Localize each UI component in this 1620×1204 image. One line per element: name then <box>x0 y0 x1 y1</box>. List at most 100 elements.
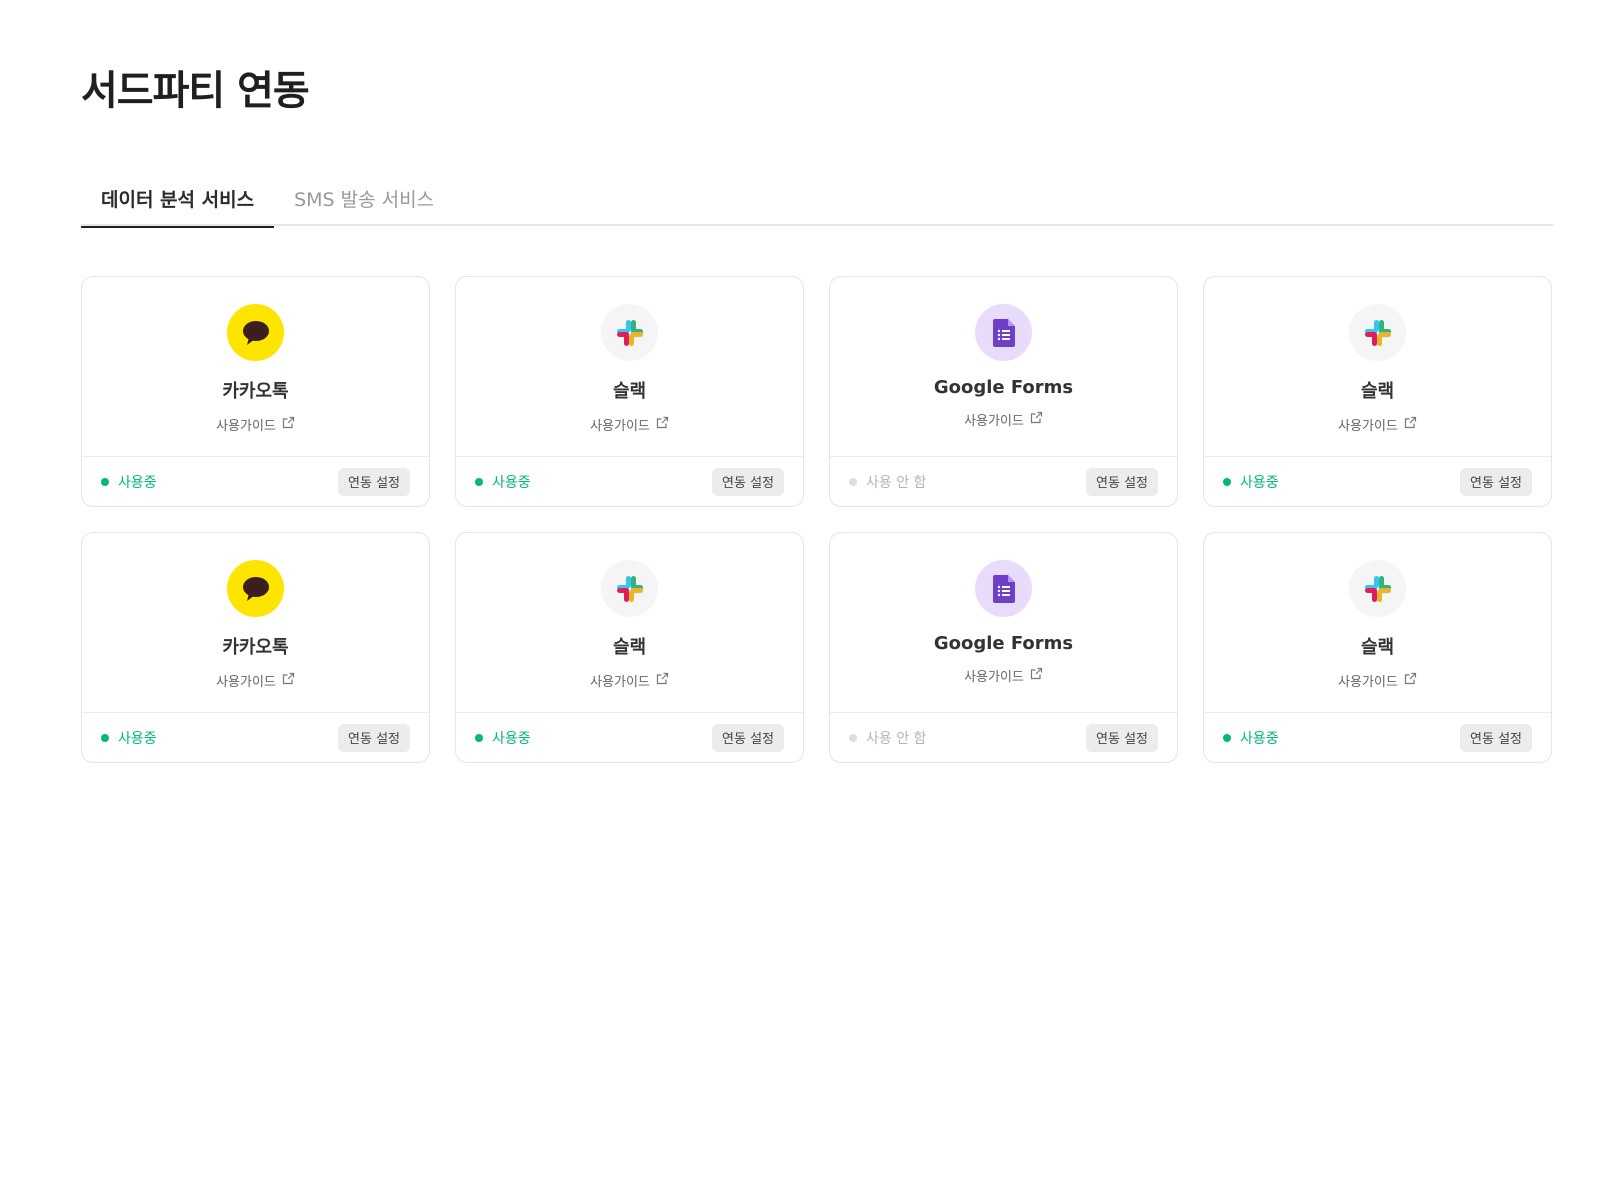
integration-card: Google Forms 사용가이드사용 안 함 연동 설정 <box>829 532 1178 763</box>
integration-settings-button[interactable]: 연동 설정 <box>1460 723 1532 752</box>
external-link-icon <box>1030 667 1043 684</box>
status-dot-icon <box>475 733 483 742</box>
usage-guide-link[interactable]: 사용가이드 <box>964 666 1043 685</box>
usage-guide-link[interactable]: 사용가이드 <box>590 671 669 690</box>
status-dot-icon <box>849 733 857 742</box>
status-indicator: 사용중 <box>101 728 157 748</box>
tab-bar: 데이터 분석 서비스 SMS 발송 서비스 <box>81 170 1553 228</box>
card-footer: 사용중 연동 설정 <box>456 713 803 762</box>
usage-guide-label: 사용가이드 <box>964 414 1024 429</box>
card-footer: 사용중 연동 설정 <box>1204 713 1551 762</box>
usage-guide-label: 사용가이드 <box>216 675 276 690</box>
integration-grid: 카카오톡 사용가이드 사용중 연동 설정 슬랙 사용가이드 사용중 연동 설정 Google F… <box>81 276 1553 763</box>
integration-card: 슬랙사용가이드사용중 연동 설정 <box>1203 532 1552 763</box>
usage-guide-label: 사용가이드 <box>216 419 276 434</box>
usage-guide-link[interactable]: 사용가이드 <box>216 415 295 434</box>
status-indicator: 사용중 <box>475 728 531 748</box>
status-label: 사용 안 함 <box>866 730 927 747</box>
service-name: 슬랙 <box>1360 381 1395 402</box>
usage-guide-link[interactable]: 사용가이드 <box>1338 671 1417 690</box>
status-label: 사용중 <box>118 474 157 491</box>
kakaotalk-icon <box>227 304 284 361</box>
external-link-icon <box>1404 672 1417 689</box>
card-footer: 사용중 연동 설정 <box>82 713 429 762</box>
status-label: 사용중 <box>118 730 157 747</box>
tab-data-analysis[interactable]: 데이터 분석 서비스 <box>81 170 275 228</box>
google-forms-icon <box>975 304 1032 361</box>
service-name: 슬랙 <box>612 637 647 658</box>
status-label: 사용중 <box>492 730 531 747</box>
integration-card: 슬랙사용가이드사용중 연동 설정 <box>1203 276 1552 507</box>
integration-settings-button[interactable]: 연동 설정 <box>1086 467 1158 496</box>
status-label: 사용 안 함 <box>866 474 927 491</box>
card-footer: 사용 안 함 연동 설정 <box>830 457 1177 506</box>
integration-card: Google Forms 사용가이드사용 안 함 연동 설정 <box>829 276 1178 507</box>
integration-settings-button[interactable]: 연동 설정 <box>1460 467 1532 496</box>
status-indicator: 사용 안 함 <box>849 728 926 748</box>
status-indicator: 사용 안 함 <box>849 472 926 492</box>
status-dot-icon <box>101 477 109 486</box>
status-dot-icon <box>1223 477 1231 486</box>
external-link-icon <box>282 672 295 689</box>
external-link-icon <box>1404 416 1417 433</box>
status-indicator: 사용중 <box>1223 472 1279 492</box>
integration-card: 카카오톡사용가이드사용중 연동 설정 <box>81 276 430 507</box>
card-body: Google Forms 사용가이드 <box>830 533 1177 713</box>
usage-guide-label: 사용가이드 <box>1338 675 1398 690</box>
usage-guide-link[interactable]: 사용가이드 <box>216 671 295 690</box>
status-indicator: 사용중 <box>1223 728 1279 748</box>
integration-settings-button[interactable]: 연동 설정 <box>338 723 410 752</box>
card-body: 슬랙사용가이드 <box>456 533 803 713</box>
external-link-icon <box>282 416 295 433</box>
service-name: Google Forms <box>933 633 1074 654</box>
status-dot-icon <box>849 477 857 486</box>
usage-guide-link[interactable]: 사용가이드 <box>590 415 669 434</box>
usage-guide-link[interactable]: 사용가이드 <box>964 410 1043 429</box>
card-footer: 사용중 연동 설정 <box>82 457 429 506</box>
status-label: 사용중 <box>492 474 531 491</box>
card-body: 슬랙사용가이드 <box>1204 533 1551 713</box>
status-indicator: 사용중 <box>475 472 531 492</box>
service-name: 슬랙 <box>1360 637 1395 658</box>
page-title: 서드파티 연동 <box>81 68 310 114</box>
integration-settings-button[interactable]: 연동 설정 <box>712 723 784 752</box>
service-name: 슬랙 <box>612 381 647 402</box>
page: 서드파티 연동 데이터 분석 서비스 SMS 발송 서비스 카카오톡 사용가이드 사… <box>0 0 1620 1204</box>
usage-guide-label: 사용가이드 <box>590 675 650 690</box>
usage-guide-link[interactable]: 사용가이드 <box>1338 415 1417 434</box>
slack-icon <box>601 304 658 361</box>
integration-settings-button[interactable]: 연동 설정 <box>338 467 410 496</box>
tab-sms[interactable]: SMS 발송 서비스 <box>274 170 454 226</box>
status-label: 사용중 <box>1240 730 1279 747</box>
slack-icon <box>1349 304 1406 361</box>
usage-guide-label: 사용가이드 <box>964 670 1024 685</box>
slack-icon <box>1349 560 1406 617</box>
google-forms-icon <box>975 560 1032 617</box>
integration-settings-button[interactable]: 연동 설정 <box>712 467 784 496</box>
kakaotalk-icon <box>227 560 284 617</box>
integration-card: 슬랙사용가이드사용중 연동 설정 <box>455 276 804 507</box>
card-body: 카카오톡사용가이드 <box>82 277 429 457</box>
status-label: 사용중 <box>1240 474 1279 491</box>
service-name: 카카오톡 <box>222 381 289 402</box>
integration-card: 슬랙사용가이드사용중 연동 설정 <box>455 532 804 763</box>
card-footer: 사용중 연동 설정 <box>1204 457 1551 506</box>
usage-guide-label: 사용가이드 <box>1338 419 1398 434</box>
status-dot-icon <box>1223 733 1231 742</box>
external-link-icon <box>656 416 669 433</box>
card-footer: 사용 안 함 연동 설정 <box>830 713 1177 762</box>
card-body: Google Forms 사용가이드 <box>830 277 1177 457</box>
status-dot-icon <box>475 477 483 486</box>
service-name: Google Forms <box>933 377 1074 398</box>
card-body: 카카오톡 사용가이드 <box>82 533 429 713</box>
card-body: 슬랙사용가이드 <box>456 277 803 457</box>
status-indicator: 사용중 <box>101 472 157 492</box>
integration-card: 카카오톡 사용가이드사용중 연동 설정 <box>81 532 430 763</box>
integration-settings-button[interactable]: 연동 설정 <box>1086 723 1158 752</box>
card-body: 슬랙사용가이드 <box>1204 277 1551 457</box>
external-link-icon <box>1030 411 1043 428</box>
slack-icon <box>601 560 658 617</box>
usage-guide-label: 사용가이드 <box>590 419 650 434</box>
card-footer: 사용중 연동 설정 <box>456 457 803 506</box>
external-link-icon <box>656 672 669 689</box>
